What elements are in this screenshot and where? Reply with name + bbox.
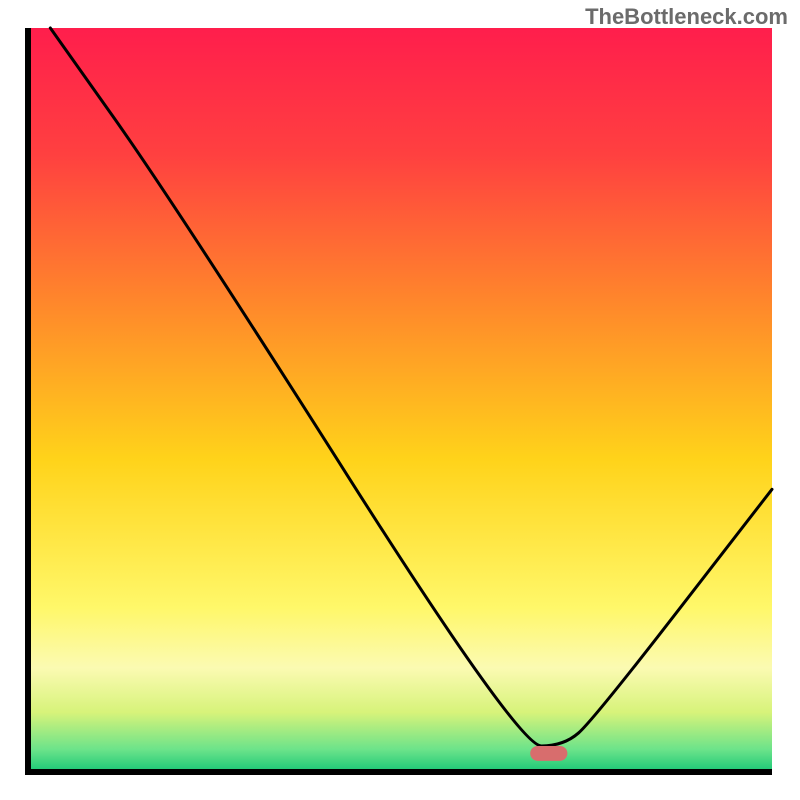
optimal-zone-marker <box>530 746 567 761</box>
bottleneck-chart: TheBottleneck.com <box>0 0 800 800</box>
plot-background <box>28 28 772 772</box>
watermark-text: TheBottleneck.com <box>585 4 788 30</box>
chart-svg <box>0 0 800 800</box>
